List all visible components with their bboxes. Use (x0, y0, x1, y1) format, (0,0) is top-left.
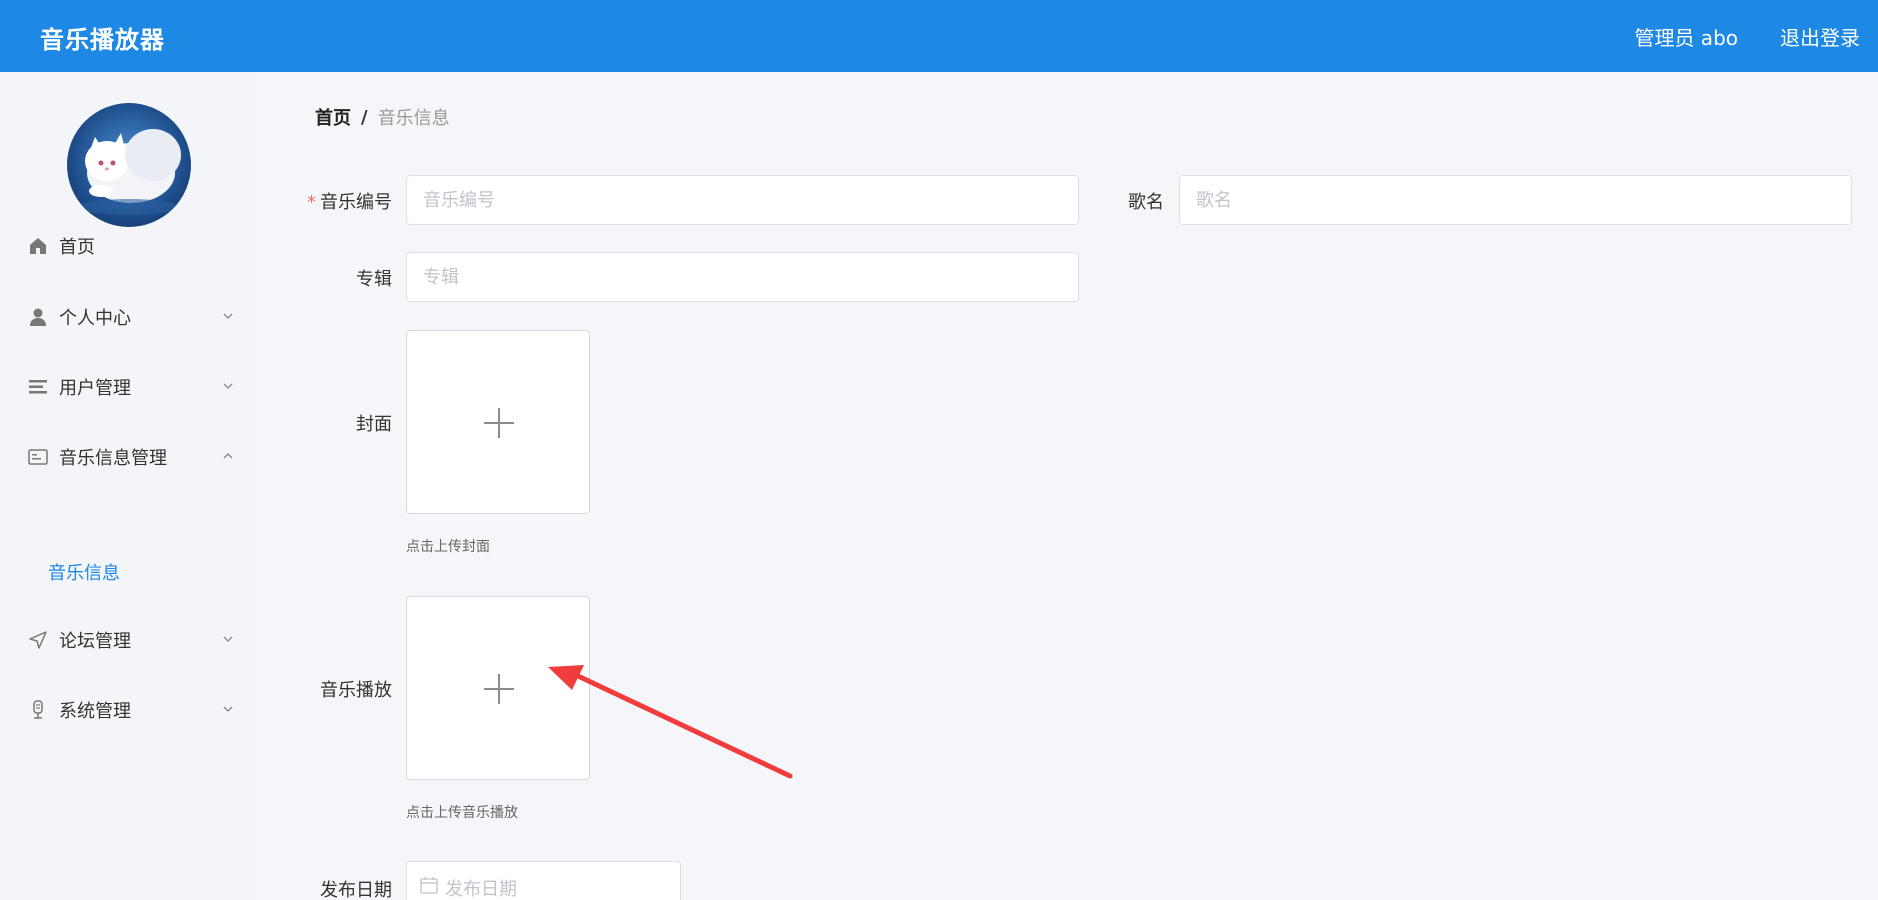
release-date-picker[interactable]: 发布日期 (406, 861, 681, 900)
mic-icon (27, 699, 49, 721)
music-play-label: 音乐播放 (320, 680, 392, 701)
current-user: 管理员 abo (1634, 26, 1738, 50)
list-icon (27, 376, 49, 398)
send-icon (27, 629, 49, 651)
sidebar-item-personal-center[interactable]: 个人中心 (0, 292, 258, 342)
sidebar-item-music-info-management[interactable]: 音乐信息管理 (0, 432, 258, 482)
home-icon (27, 235, 49, 257)
plus-icon (484, 674, 514, 704)
release-date-placeholder: 发布日期 (445, 879, 517, 900)
cover-upload-hint: 点击上传封面 (406, 539, 490, 555)
logout-button[interactable]: 退出登录 (1780, 22, 1860, 51)
chevron-down-icon (223, 383, 233, 389)
top-bar: 音乐播放器 管理员 abo 退出登录 (0, 0, 1878, 72)
avatar-cat-image (79, 129, 181, 215)
chevron-up-icon (223, 453, 233, 459)
chevron-down-icon (223, 636, 233, 642)
sidebar-item-forum-management[interactable]: 论坛管理 (0, 615, 258, 665)
album-label: 专辑 (356, 269, 392, 290)
plus-icon (484, 408, 514, 438)
user-icon (27, 306, 49, 328)
sidebar-item-user-management[interactable]: 用户管理 (0, 362, 258, 412)
calendar-icon (420, 877, 438, 894)
sidebar: 首页 个人中心 用户管理 音乐信息管理 音乐信息 论坛管理 系统管理 (0, 72, 258, 900)
chevron-down-icon (223, 313, 233, 319)
song-name-label: 歌名 (1128, 192, 1164, 213)
app-title: 音乐播放器 (40, 26, 165, 54)
music-play-upload-hint: 点击上传音乐播放 (406, 805, 518, 821)
release-date-label: 发布日期 (320, 880, 392, 900)
avatar (67, 103, 191, 227)
sidebar-item-label: 个人中心 (59, 308, 131, 329)
breadcrumb-home[interactable]: 首页 (315, 104, 351, 130)
album-input[interactable] (406, 252, 1079, 302)
breadcrumb: 首页 / 音乐信息 (315, 104, 450, 130)
breadcrumb-current: 音乐信息 (377, 108, 450, 129)
sidebar-item-label: 系统管理 (59, 701, 131, 722)
cover-label: 封面 (356, 414, 392, 435)
sidebar-item-label: 首页 (59, 237, 95, 258)
sidebar-item-home[interactable]: 首页 (0, 221, 258, 271)
music-play-upload[interactable] (406, 596, 590, 780)
sidebar-item-label: 音乐信息管理 (59, 448, 167, 469)
card-icon (27, 446, 49, 468)
music-no-input[interactable] (406, 175, 1079, 225)
sidebar-item-system-management[interactable]: 系统管理 (0, 685, 258, 735)
sidebar-item-label: 论坛管理 (59, 631, 131, 652)
chevron-down-icon (223, 706, 233, 712)
required-asterisk: * (307, 192, 316, 213)
sidebar-subitem-music-info[interactable]: 音乐信息 (48, 559, 120, 585)
cover-upload[interactable] (406, 330, 590, 514)
sidebar-item-label: 用户管理 (59, 378, 131, 399)
music-no-label: * 音乐编号 (307, 192, 392, 213)
song-name-input[interactable] (1179, 175, 1852, 225)
breadcrumb-separator: / (361, 106, 368, 128)
